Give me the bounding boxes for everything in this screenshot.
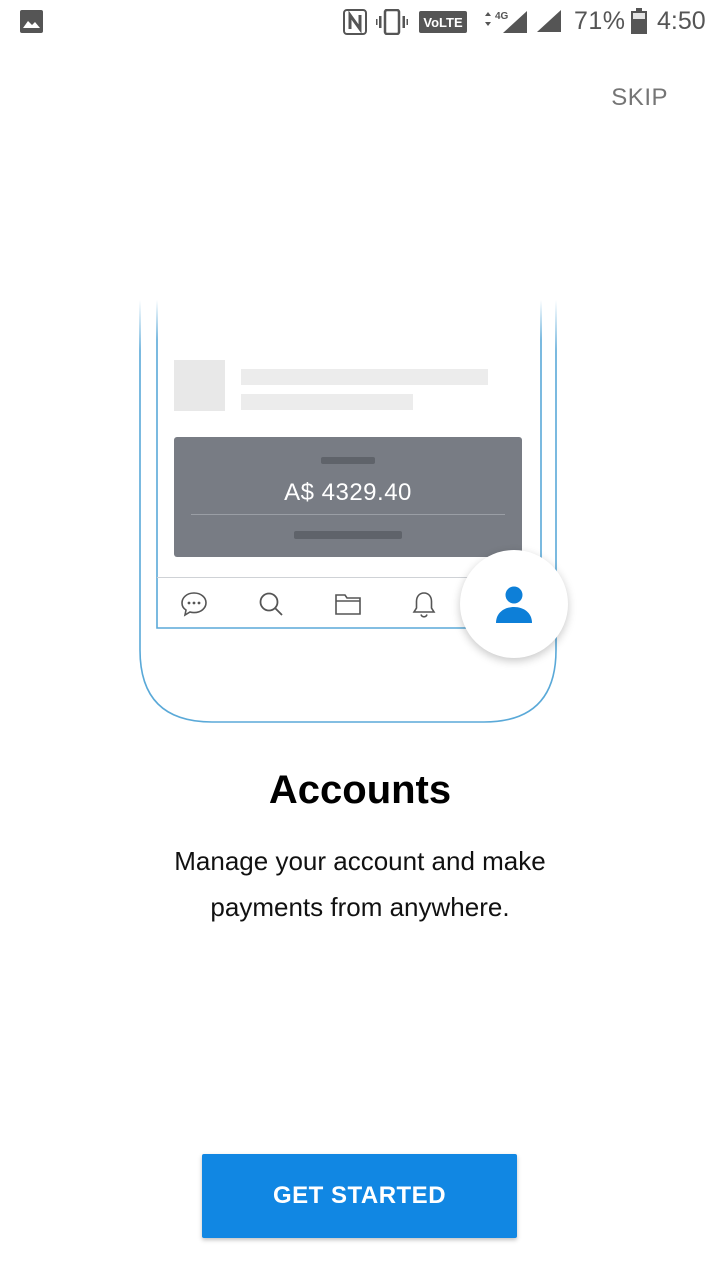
nfc-icon xyxy=(343,9,367,35)
page-description: Manage your account and make payments fr… xyxy=(174,846,546,922)
search-icon xyxy=(259,592,283,616)
4g-data-icon: 4G xyxy=(485,11,527,33)
placeholder-line xyxy=(241,369,488,385)
card-placeholder-bar xyxy=(321,457,375,464)
gallery-icon xyxy=(20,10,43,33)
battery-percent: 71% xyxy=(574,7,626,35)
volte-icon: VoLTE xyxy=(419,11,467,33)
svg-text:4G: 4G xyxy=(495,11,509,22)
battery-icon xyxy=(631,8,647,34)
status-bar: VoLTE 4G 71% 4:50 xyxy=(0,0,720,44)
folder-icon xyxy=(335,594,361,615)
balance-card: A$ 4329.40 xyxy=(174,437,522,557)
placeholder-line xyxy=(241,394,413,410)
svg-text:VoLTE: VoLTE xyxy=(423,15,463,30)
vibrate-icon xyxy=(376,9,408,35)
get-started-button[interactable]: GET STARTED xyxy=(202,1154,517,1238)
balance-amount: A$ 4329.40 xyxy=(284,479,412,506)
account-highlight xyxy=(460,550,568,658)
skip-button[interactable]: SKIP xyxy=(611,84,668,112)
onboarding-screen: VoLTE 4G 71% 4:50 SKIP A$ 4329.40 Accoun… xyxy=(0,0,720,1280)
clock: 4:50 xyxy=(657,7,706,35)
bell-icon xyxy=(412,592,436,618)
page-title: Accounts xyxy=(268,768,452,812)
signal-icon xyxy=(537,10,561,32)
account-icon xyxy=(496,586,532,623)
card-divider xyxy=(191,514,505,515)
phone-illustration: A$ 4329.40 xyxy=(138,300,572,730)
card-placeholder-bar xyxy=(294,531,402,539)
chat-icon xyxy=(181,592,207,617)
profile-placeholder xyxy=(174,360,225,411)
